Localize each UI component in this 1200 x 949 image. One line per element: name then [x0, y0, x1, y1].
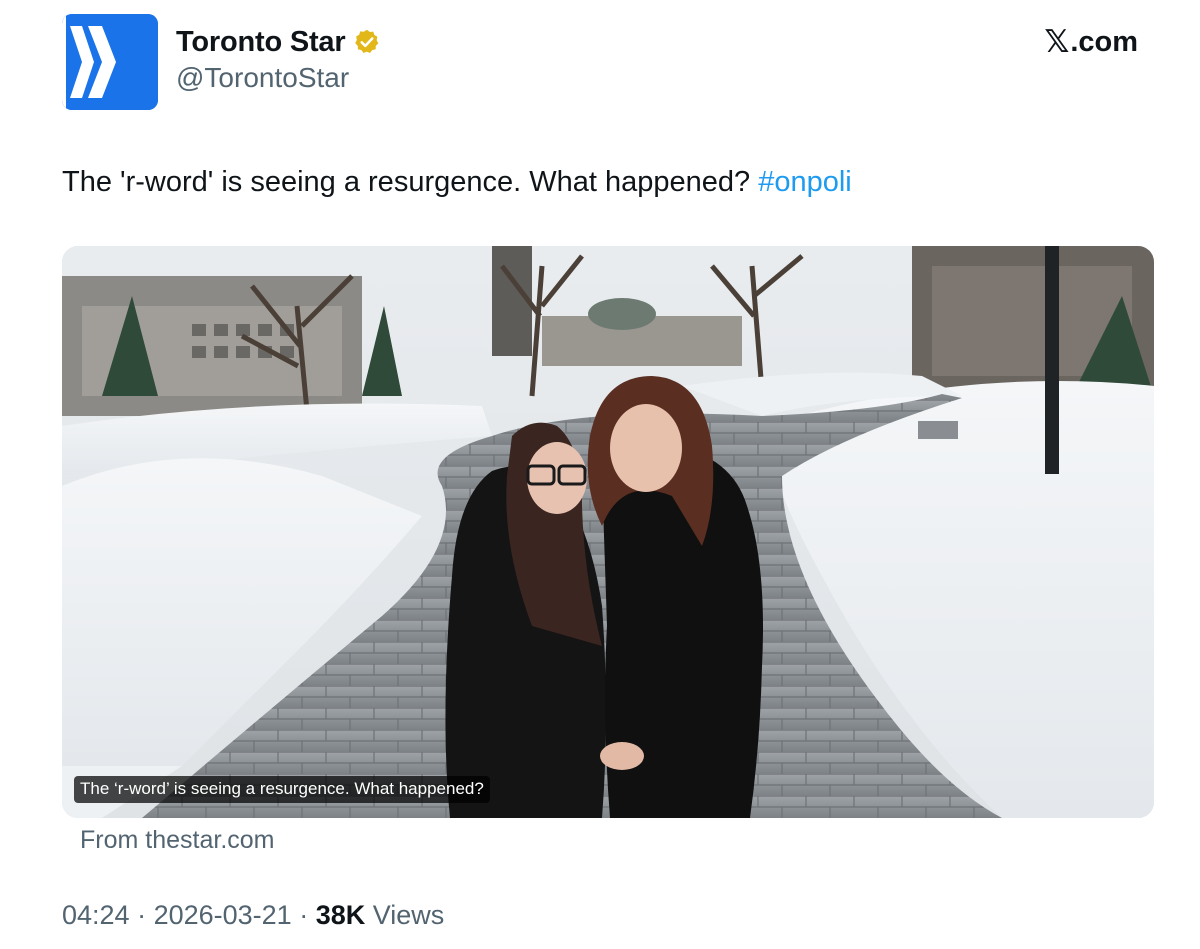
hashtag-link[interactable]: #onpoli [758, 166, 852, 198]
verified-badge-icon [353, 28, 381, 56]
tweet-text: The 'r-word' is seeing a resurgence. Wha… [62, 166, 852, 199]
tweet-meta: 04:24 · 2026-03-21 · 38K Views [62, 900, 444, 931]
brand-label: .com [1070, 26, 1138, 58]
card-source-link[interactable]: From thestar.com [80, 826, 275, 855]
x-logo-icon: 𝕏 [1044, 24, 1070, 60]
display-name[interactable]: Toronto Star [176, 26, 346, 59]
tweet-embed: Toronto Star @TorontoStar 𝕏 .com The 'r-… [0, 0, 1200, 949]
meta-separator: · [291, 900, 316, 930]
avatar[interactable] [62, 14, 158, 110]
handle[interactable]: @TorontoStar [176, 62, 381, 94]
views-count: 38K [315, 900, 366, 930]
views-label: Views [365, 900, 445, 930]
tweet-body: The 'r-word' is seeing a resurgence. Wha… [62, 166, 759, 198]
meta-separator: · [129, 900, 154, 930]
article-photo [62, 246, 1154, 818]
x-brand-link[interactable]: 𝕏 .com [1044, 26, 1138, 59]
media-card[interactable]: The ‘r-word’ is seeing a resurgence. Wha… [62, 246, 1154, 818]
tweet-date[interactable]: 2026-03-21 [154, 900, 292, 930]
tweet-time[interactable]: 04:24 [62, 900, 130, 930]
name-row: Toronto Star [176, 22, 381, 62]
toronto-star-logo-icon [62, 14, 158, 110]
author-block: Toronto Star @TorontoStar [176, 22, 381, 94]
image-caption: The ‘r-word’ is seeing a resurgence. Wha… [74, 776, 490, 803]
